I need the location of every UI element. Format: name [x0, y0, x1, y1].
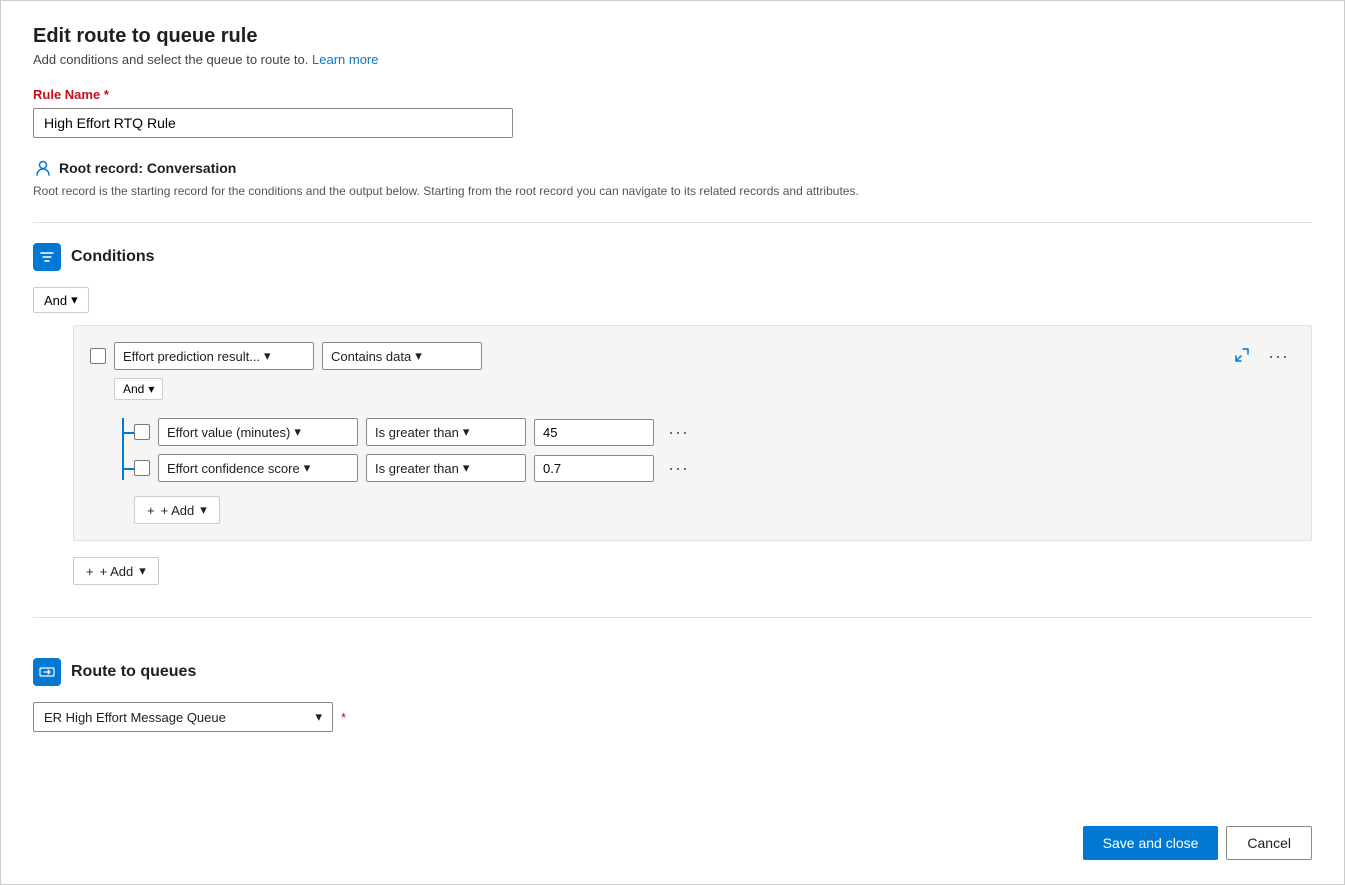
rule-name-label: Rule Name *: [33, 87, 1312, 102]
sub-add-plus-icon: +: [147, 503, 155, 518]
rule-name-input[interactable]: [33, 108, 513, 138]
field-chevron-icon: ▾: [264, 348, 271, 364]
cancel-button[interactable]: Cancel: [1226, 826, 1312, 860]
sub-and-dropdown[interactable]: And ▾: [114, 378, 163, 400]
outer-add-chevron-icon: ▾: [139, 563, 146, 579]
queue-required-star: *: [341, 710, 346, 725]
effort-confidence-select[interactable]: Effort confidence score ▾: [158, 454, 358, 482]
conditions-title: Conditions: [71, 248, 155, 266]
section-divider: [33, 222, 1312, 223]
value-2-input[interactable]: [534, 455, 654, 482]
conditions-icon: [33, 243, 61, 271]
save-and-close-button[interactable]: Save and close: [1083, 826, 1219, 860]
outer-add-plus-icon: +: [86, 564, 94, 579]
condition-group: Effort prediction result... ▾ Contains d…: [73, 325, 1312, 541]
root-record-icon: [33, 158, 53, 178]
op1-chevron-icon: ▾: [463, 424, 470, 440]
section-divider-2: [33, 617, 1312, 618]
root-record-title: Root record: Conversation: [59, 160, 236, 176]
queue-dropdown[interactable]: ER High Effort Message Queue ▾: [33, 702, 333, 732]
expand-button[interactable]: [1230, 343, 1254, 370]
outer-add-button[interactable]: + + Add ▾: [73, 557, 159, 585]
effort-prediction-select[interactable]: Effort prediction result... ▾: [114, 342, 314, 370]
queue-chevron-icon: ▾: [315, 709, 322, 725]
root-record-description: Root record is the starting record for t…: [33, 184, 1312, 198]
learn-more-link[interactable]: Learn more: [312, 52, 378, 67]
root-record-row: Root record: Conversation: [33, 158, 1312, 178]
field1-chevron-icon: ▾: [294, 424, 301, 440]
sub-condition-row-1: Effort value (minutes) ▾ Is greater than…: [134, 418, 1295, 446]
rule-name-section: Rule Name *: [33, 87, 1312, 158]
conditions-section: Conditions And ▾ Effort prediction resul…: [33, 243, 1312, 585]
vertical-connector: [122, 418, 124, 480]
outer-condition-checkbox[interactable]: [90, 348, 106, 364]
footer: Save and close Cancel: [1083, 826, 1312, 860]
and-dropdown[interactable]: And ▾: [33, 287, 89, 313]
route-header: Route to queues: [33, 658, 1312, 686]
sub-condition-2-more-button[interactable]: ···: [662, 456, 695, 481]
greater-than-2-select[interactable]: Is greater than ▾: [366, 454, 526, 482]
page-header: Edit route to queue rule Add conditions …: [33, 25, 1312, 87]
field2-chevron-icon: ▾: [304, 460, 311, 476]
greater-than-1-select[interactable]: Is greater than ▾: [366, 418, 526, 446]
sub-condition-1-more-button[interactable]: ···: [662, 420, 695, 445]
sub-add-chevron-icon: ▾: [200, 502, 207, 518]
sub-condition-2-checkbox[interactable]: [134, 460, 150, 476]
conditions-header: Conditions: [33, 243, 1312, 271]
op2-chevron-icon: ▾: [463, 460, 470, 476]
page-subtitle: Add conditions and select the queue to r…: [33, 52, 1312, 67]
route-icon: [33, 658, 61, 686]
route-section: Route to queues ER High Effort Message Q…: [33, 658, 1312, 732]
outer-more-button[interactable]: ···: [1262, 344, 1295, 369]
horiz-connector-2: [122, 468, 134, 470]
page-title: Edit route to queue rule: [33, 25, 1312, 48]
contains-data-select[interactable]: Contains data ▾: [322, 342, 482, 370]
queue-select-container: ER High Effort Message Queue ▾ *: [33, 702, 1312, 732]
sub-condition-1-checkbox[interactable]: [134, 424, 150, 440]
sub-and-chevron-icon: ▾: [148, 382, 154, 396]
page-container: Edit route to queue rule Add conditions …: [0, 0, 1345, 885]
route-title: Route to queues: [71, 663, 196, 681]
horiz-connector-1: [122, 432, 134, 434]
sub-add-button[interactable]: + + Add ▾: [134, 496, 220, 524]
value-1-input[interactable]: [534, 419, 654, 446]
effort-value-select[interactable]: Effort value (minutes) ▾: [158, 418, 358, 446]
operator-chevron-icon: ▾: [415, 348, 422, 364]
outer-condition-row: Effort prediction result... ▾ Contains d…: [90, 342, 1295, 370]
sub-condition-row-2: Effort confidence score ▾ Is greater tha…: [134, 454, 1295, 482]
and-chevron-icon: ▾: [71, 292, 78, 308]
sub-conditions-container: Effort value (minutes) ▾ Is greater than…: [114, 418, 1295, 524]
